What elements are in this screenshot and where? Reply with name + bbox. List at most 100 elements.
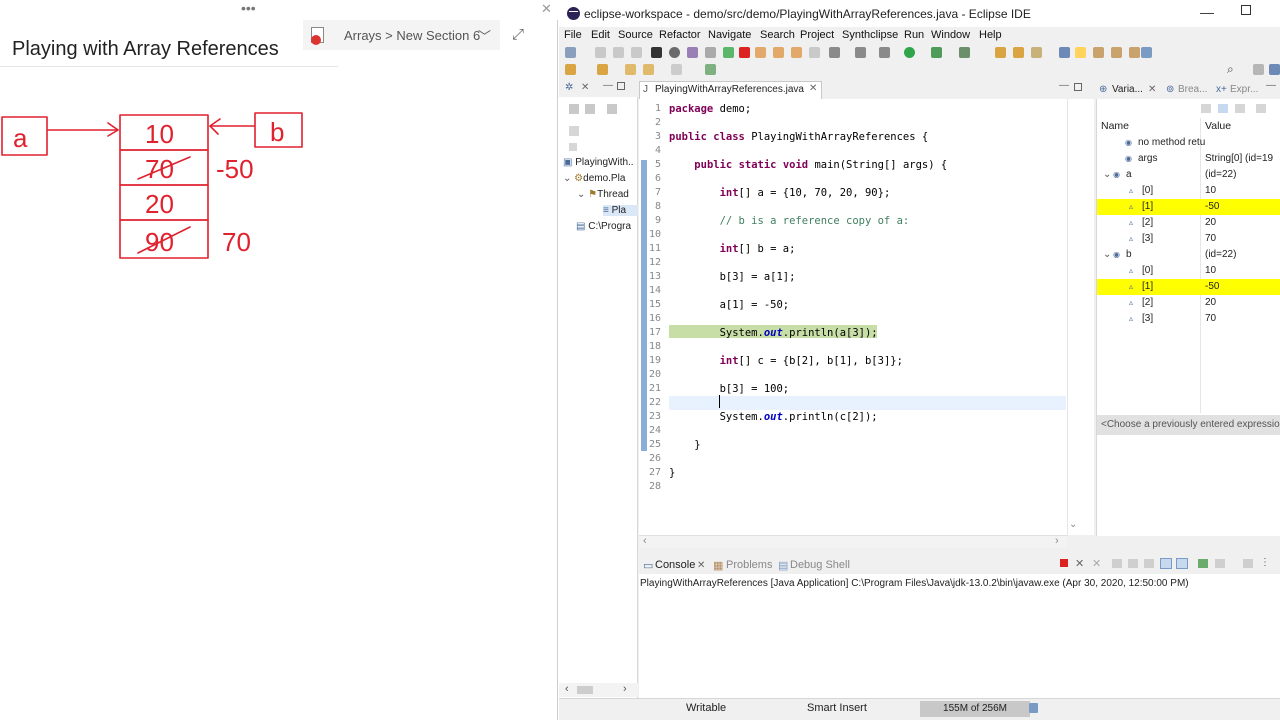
close-icon[interactable]: ✕ (581, 82, 589, 93)
edit-icon[interactable] (705, 47, 716, 58)
next-edit-icon[interactable] (565, 64, 576, 75)
code-line[interactable] (669, 284, 947, 298)
more-options-icon[interactable]: ••• (241, 0, 256, 16)
mark-occurrences-icon[interactable] (1075, 47, 1086, 58)
heap-status[interactable]: 155M of 256M (920, 701, 1030, 717)
menu-source[interactable]: Source (618, 29, 653, 41)
collapse-vars-icon[interactable] (1235, 104, 1245, 113)
terminate-icon[interactable] (1060, 559, 1068, 567)
scroll-left-icon[interactable]: ‹ (643, 535, 647, 547)
code-line[interactable] (669, 480, 947, 494)
code-line[interactable] (669, 200, 947, 214)
remove-launch-icon[interactable]: ✕ (1075, 557, 1084, 570)
code-line[interactable] (669, 368, 947, 382)
perspective-java-icon[interactable] (1253, 64, 1264, 75)
minimize-view-icon[interactable]: — (603, 80, 613, 91)
minimize-button[interactable]: — (1200, 4, 1214, 20)
garbage-collect-icon[interactable] (1029, 703, 1038, 713)
menu-search[interactable]: Search (760, 29, 795, 41)
forward-icon[interactable] (643, 64, 654, 75)
menu-file[interactable]: File (564, 29, 582, 41)
resume-icon[interactable] (723, 47, 734, 58)
tab-breakpoints[interactable]: Brea... (1178, 84, 1207, 95)
code-line[interactable] (669, 452, 947, 466)
tab-variables[interactable]: Varia... (1112, 84, 1143, 95)
editor-tab-label[interactable]: PlayingWithArrayReferences.java (655, 84, 804, 95)
code-line[interactable] (669, 144, 947, 158)
minimize-view-icon[interactable]: — (1266, 80, 1276, 91)
variable-row[interactable]: ◉ no method retu (1097, 135, 1280, 151)
tab-debug-shell[interactable]: Debug Shell (790, 559, 850, 571)
menu-synthclipse[interactable]: Synthclipse (842, 29, 898, 41)
menu-edit[interactable]: Edit (591, 29, 610, 41)
code-line[interactable]: b[3] = a[1]; (669, 270, 947, 284)
scroll-right-icon[interactable]: › (1055, 535, 1059, 547)
variable-row[interactable]: ⌄ ◉ b (id=22) (1097, 247, 1280, 263)
disconnect-icon[interactable] (755, 47, 766, 58)
code-line[interactable]: int[] c = {b[2], b[1], b[3]}; (669, 354, 947, 368)
maximize-button[interactable] (1241, 5, 1251, 15)
menu-navigate[interactable]: Navigate (708, 29, 751, 41)
step-filter-icon[interactable] (569, 126, 579, 136)
code-line[interactable] (669, 228, 947, 242)
close-icon[interactable]: ✕ (809, 83, 817, 94)
last-edit-icon[interactable] (597, 64, 608, 75)
code-line[interactable]: int[] a = {10, 70, 20, 90}; (669, 186, 947, 200)
next-annotation-icon[interactable] (1111, 47, 1122, 58)
variable-row[interactable]: ⌄ ◉ a (id=22) (1097, 167, 1280, 183)
close-icon[interactable]: ✕ (541, 1, 552, 17)
drop-icon[interactable] (569, 143, 577, 151)
run-icon[interactable] (904, 47, 915, 58)
scroll-down-icon[interactable]: ⌄ (1069, 519, 1077, 530)
remove-launches-icon[interactable] (585, 104, 595, 114)
step-return-icon[interactable] (809, 47, 820, 58)
search-icon[interactable]: ⌕ (1227, 62, 1234, 77)
editor-hscroll[interactable]: ‹ › (639, 535, 1067, 548)
tab-console[interactable]: Console (655, 559, 695, 571)
maximize-view-icon[interactable] (1074, 83, 1082, 91)
tab-expressions[interactable]: Expr... (1230, 84, 1258, 95)
code-line[interactable] (669, 424, 947, 438)
open-type-icon[interactable] (995, 47, 1006, 58)
new-java-project-icon[interactable] (959, 47, 970, 58)
terminate-icon[interactable] (739, 47, 750, 58)
menu-project[interactable]: Project (800, 29, 834, 41)
code-line[interactable] (669, 172, 947, 186)
variable-row[interactable]: ◉ args String[0] (id=19 (1097, 151, 1280, 167)
chevron-down-icon[interactable]: ⌄ (577, 189, 585, 200)
code-line[interactable]: System.out.println(a[3]); (669, 326, 947, 340)
step-into-icon[interactable] (773, 47, 784, 58)
view-menu-icon[interactable] (607, 104, 617, 114)
new-icon[interactable] (565, 47, 576, 58)
code-line[interactable]: b[3] = 100; (669, 382, 947, 396)
variable-row[interactable]: ▵ [1] -50 (1097, 199, 1280, 215)
scroll-left-icon[interactable]: ‹ (565, 683, 569, 695)
code-line[interactable]: package demo; (669, 102, 947, 116)
code-line[interactable]: } (669, 438, 947, 452)
search-tools-icon[interactable] (1031, 47, 1042, 58)
code-line[interactable]: // b is a reference copy of a: (669, 214, 947, 228)
tree-item-frame[interactable]: ≡ Pla (603, 205, 638, 216)
pin-icon[interactable] (1059, 47, 1070, 58)
menu-run[interactable]: Run (904, 29, 924, 41)
column-value-header[interactable]: Value (1205, 120, 1231, 132)
variable-row[interactable]: ▵ [0] 10 (1097, 183, 1280, 199)
code-line[interactable]: } (669, 466, 947, 480)
external-tools-icon[interactable] (879, 47, 890, 58)
code-line[interactable] (669, 340, 947, 354)
link-icon[interactable] (687, 47, 698, 58)
menu-refactor[interactable]: Refactor (659, 29, 701, 41)
coverage-icon[interactable] (931, 47, 942, 58)
nav-forward-icon[interactable] (671, 64, 682, 75)
chevron-down-icon[interactable]: ⌄ (563, 173, 571, 184)
code-line[interactable] (669, 312, 947, 326)
code-line[interactable] (669, 396, 947, 410)
close-icon[interactable]: ✕ (697, 560, 705, 571)
show-logical-icon[interactable] (1218, 104, 1228, 113)
perspective-debug-icon[interactable] (1269, 64, 1280, 75)
back-icon[interactable] (625, 64, 636, 75)
code-line[interactable]: public class PlayingWithArrayReferences … (669, 130, 947, 144)
save-icon[interactable] (595, 47, 606, 58)
tree-item-launch[interactable]: ▣ PlayingWith.. (563, 157, 638, 168)
debug-config-icon[interactable] (855, 47, 866, 58)
